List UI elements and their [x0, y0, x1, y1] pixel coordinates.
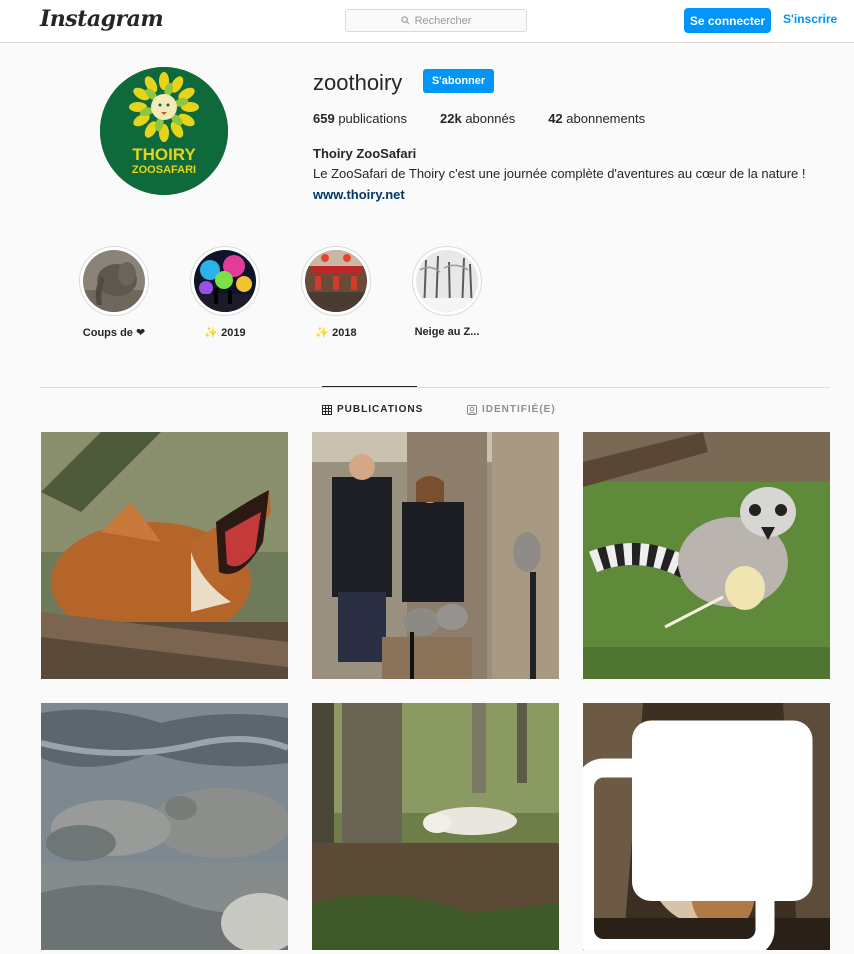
- highlight-cover: [305, 250, 367, 312]
- avatar-title: THOIRY: [132, 145, 196, 164]
- profile-full-name: Thoiry ZooSafari: [313, 146, 417, 161]
- highlight-ring: [79, 246, 149, 316]
- post-thumbnail[interactable]: [312, 703, 559, 950]
- highlight-item[interactable]: ✨ 2019: [180, 246, 270, 339]
- profile-avatar[interactable]: THOIRY ZOOSAFARI: [100, 67, 228, 195]
- multiple-photos-icon: [583, 720, 813, 950]
- tab-publications-label: PUBLICATIONS: [337, 404, 424, 415]
- post-thumbnail[interactable]: [312, 432, 559, 679]
- followers-stat[interactable]: 22k abonnés: [440, 111, 515, 126]
- search-input[interactable]: Rechercher: [345, 9, 527, 32]
- instagram-logo[interactable]: Instagram: [40, 6, 164, 32]
- active-tab-indicator: [322, 386, 417, 387]
- tab-publications[interactable]: PUBLICATIONS: [322, 404, 423, 415]
- follow-button[interactable]: S'abonner: [423, 69, 494, 93]
- posts-count: 659: [313, 111, 335, 126]
- following-count: 42: [548, 111, 563, 126]
- grid-icon: [322, 404, 332, 415]
- post-thumbnail[interactable]: [583, 432, 830, 679]
- highlight-item[interactable]: ✨ 2018: [291, 246, 381, 339]
- tabs-divider: [40, 387, 830, 388]
- posts-stat: 659 publications: [313, 111, 407, 126]
- search-placeholder: Rechercher: [414, 14, 472, 27]
- signup-link[interactable]: S'inscrire: [783, 12, 837, 26]
- profile-website-link[interactable]: www.thoiry.net: [313, 187, 405, 202]
- highlight-cover: [194, 250, 256, 312]
- highlight-item[interactable]: Neige au Z...: [402, 246, 492, 338]
- tab-tagged[interactable]: IDENTIFIÉ(E): [467, 404, 556, 415]
- search-icon: [400, 16, 410, 25]
- login-button[interactable]: Se connecter: [684, 8, 771, 33]
- highlight-ring: [412, 246, 482, 316]
- highlight-ring: [190, 246, 260, 316]
- followers-count: 22k: [439, 111, 462, 126]
- highlight-label: ✨ 2019: [204, 327, 246, 339]
- highlight-ring: [301, 246, 371, 316]
- highlight-label: ✨ 2018: [315, 327, 357, 339]
- post-thumbnail[interactable]: [41, 703, 288, 950]
- tab-tagged-label: IDENTIFIÉ(E): [482, 404, 556, 415]
- following-label: abonnements: [566, 111, 646, 126]
- posts-label: publications: [338, 111, 407, 126]
- profile-bio: Le ZooSafari de Thoiry c'est une journée…: [313, 166, 806, 181]
- following-stat[interactable]: 42 abonnements: [548, 111, 645, 126]
- post-thumbnail[interactable]: [583, 703, 830, 950]
- highlight-cover: [83, 250, 145, 312]
- highlight-item[interactable]: Coups de ❤: [69, 246, 159, 339]
- profile-username: zoothoiry: [313, 70, 403, 95]
- highlight-cover: [416, 250, 478, 312]
- avatar-subtitle: ZOOSAFARI: [132, 164, 196, 176]
- highlight-label: Coups de ❤: [82, 327, 146, 339]
- followers-label: abonnés: [465, 111, 516, 126]
- tagged-user-icon: [467, 404, 477, 415]
- highlight-label: Neige au Z...: [414, 326, 480, 338]
- post-thumbnail[interactable]: [41, 432, 288, 679]
- top-navigation-bar: Instagram Rechercher Se connecter S'insc…: [0, 0, 854, 43]
- profile-stats: 659 publications 22k abonnés 42 abonneme…: [313, 111, 678, 126]
